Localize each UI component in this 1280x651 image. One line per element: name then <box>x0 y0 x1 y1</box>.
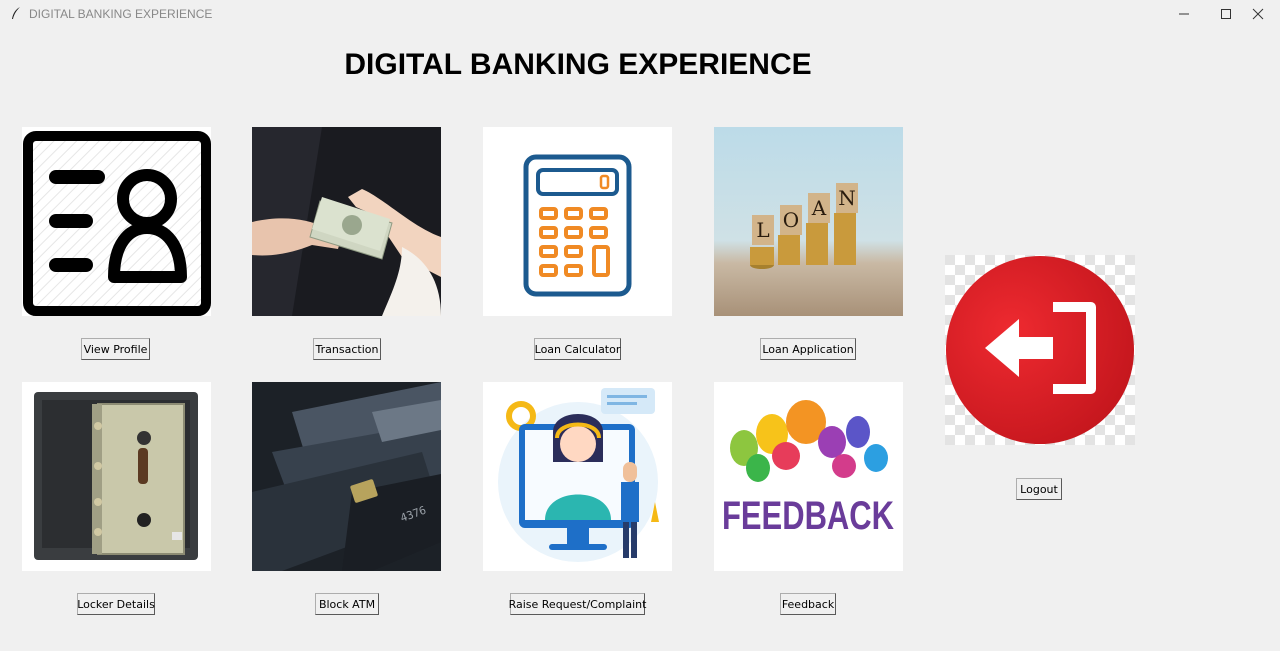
locker-details-button[interactable]: Locker Details <box>77 593 155 615</box>
transaction-image <box>252 127 441 316</box>
loan-calculator-button[interactable]: Loan Calculator <box>534 338 621 360</box>
transaction-button[interactable]: Transaction <box>313 338 381 360</box>
maximize-icon <box>1221 9 1231 19</box>
close-icon <box>1252 8 1264 20</box>
logout-icon <box>945 255 1135 445</box>
view-profile-button[interactable]: View Profile <box>81 338 150 360</box>
loan-letter-n: N <box>838 186 856 210</box>
profile-card-image <box>22 127 211 316</box>
logout-button[interactable]: Logout <box>1016 478 1062 500</box>
atm-cards-image: 4376 <box>252 382 441 571</box>
window-title: DIGITAL BANKING EXPERIENCE <box>29 7 213 21</box>
close-button[interactable] <box>1236 0 1280 28</box>
window-titlebar: DIGITAL BANKING EXPERIENCE <box>0 0 1280 28</box>
loan-letter-a: A <box>811 196 827 220</box>
loan-letter-o: O <box>783 208 799 232</box>
support-agent-image <box>483 382 672 571</box>
minimize-button[interactable] <box>1162 0 1206 28</box>
raise-request-button[interactable]: Raise Request/Complaint <box>509 593 646 615</box>
feedback-button[interactable]: Feedback <box>780 593 836 615</box>
loan-image: L O A N <box>714 127 903 316</box>
locker-image <box>22 382 211 571</box>
feather-icon <box>12 7 20 19</box>
loan-application-button[interactable]: Loan Application <box>760 338 856 360</box>
page-title: DIGITAL BANKING EXPERIENCE <box>344 48 812 81</box>
loan-letter-l: L <box>756 218 769 242</box>
minimize-icon <box>1179 13 1189 15</box>
feedback-image: FEEDBACK <box>714 382 903 571</box>
feedback-image-text: FEEDBACK <box>722 494 894 538</box>
block-atm-button[interactable]: Block ATM <box>315 593 379 615</box>
calculator-image <box>483 127 672 316</box>
